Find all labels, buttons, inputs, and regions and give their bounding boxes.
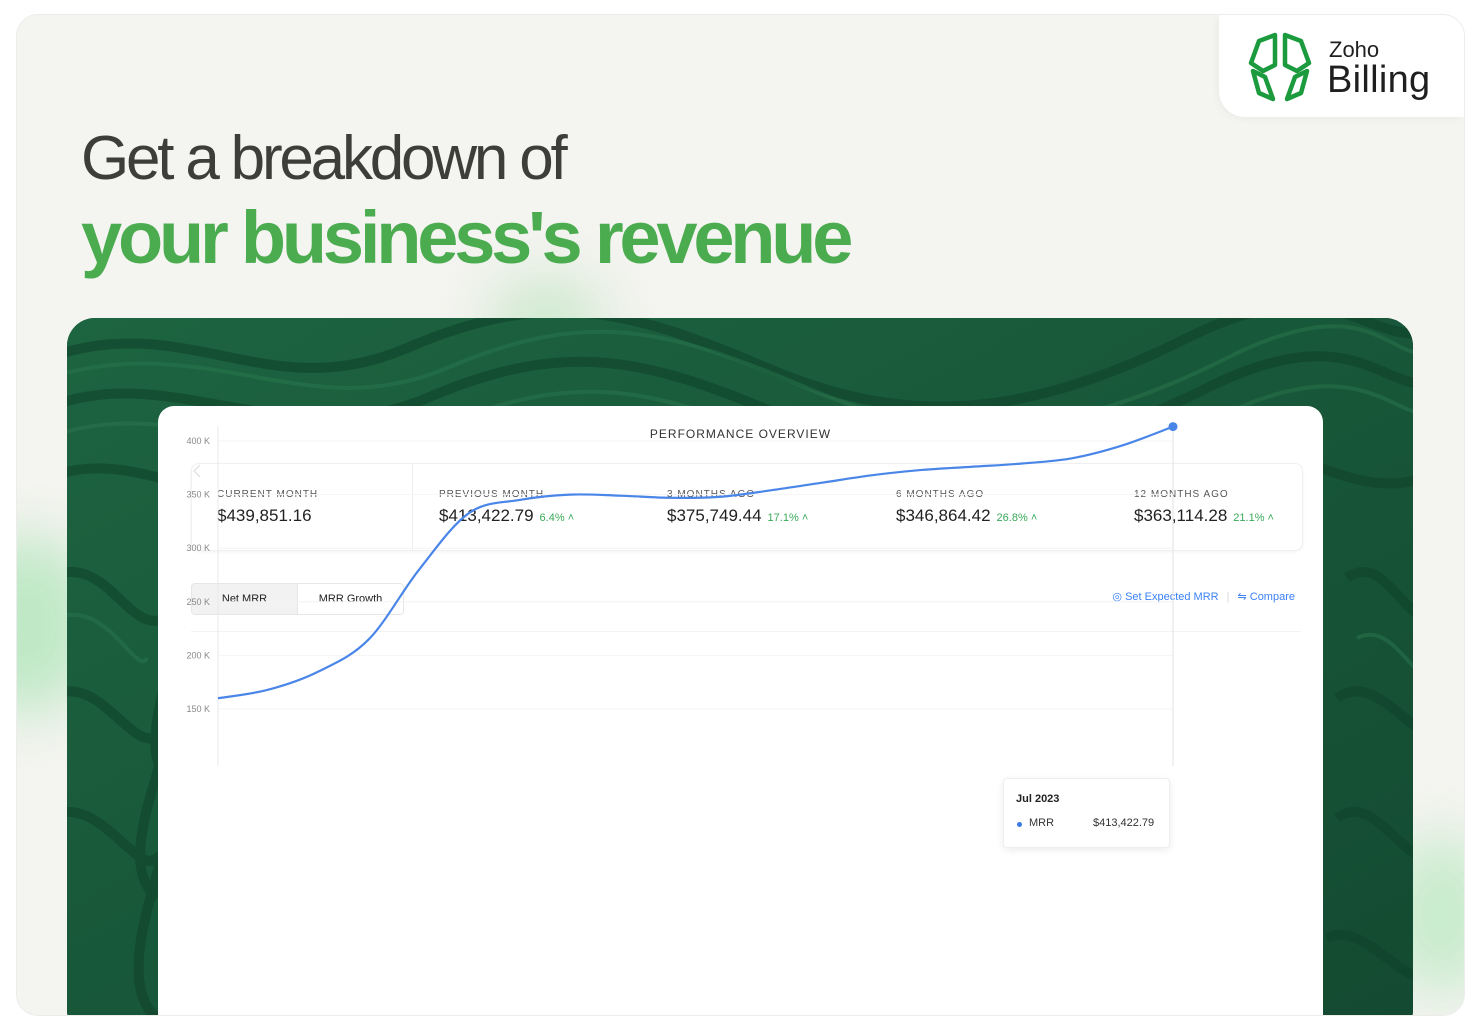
series-dot-icon	[1017, 822, 1022, 827]
data-point[interactable]	[718, 494, 724, 500]
y-tick-label: 200 K	[186, 650, 210, 660]
data-point[interactable]	[1120, 442, 1126, 448]
data-point[interactable]	[768, 487, 774, 493]
compare-link[interactable]: ⇋ Compare	[1237, 591, 1295, 603]
zoho-billing-logo-icon	[1248, 32, 1312, 102]
stat-change: 21.1% ˄	[1233, 512, 1274, 524]
brand-logo-card[interactable]: Zoho Billing	[1219, 15, 1464, 117]
data-point[interactable]	[919, 467, 925, 473]
compare-icon: ⇋	[1237, 591, 1247, 603]
data-point[interactable]	[366, 636, 372, 642]
performance-overview-card: PERFORMANCE OVERVIEW CURRENT MONTH $439,…	[158, 406, 1323, 1015]
tooltip-value: $413,422.79	[1093, 817, 1155, 829]
headline-line-1: Get a breakdown of	[81, 124, 568, 193]
data-point[interactable]	[667, 495, 673, 501]
data-point[interactable]	[617, 493, 623, 499]
y-tick-label: 250 K	[186, 597, 210, 607]
data-point[interactable]	[517, 497, 523, 503]
data-point[interactable]	[1019, 461, 1025, 467]
data-point[interactable]	[567, 492, 573, 498]
data-point[interactable]	[215, 695, 221, 701]
data-point[interactable]	[969, 464, 975, 470]
data-point[interactable]	[868, 472, 874, 478]
data-point[interactable]	[416, 567, 422, 573]
data-point[interactable]	[316, 668, 322, 674]
chart-tooltip: Jul 2023 MRR $413,422.79	[1003, 778, 1170, 848]
net-mrr-line-chart: 400 K 350 K 300 K 250 K 200 K 150 K	[186, 422, 1178, 766]
actions-separator: |	[1226, 591, 1230, 603]
series-line-mrr	[217, 425, 1174, 700]
data-point[interactable]	[466, 510, 472, 516]
y-tick-label: 400 K	[186, 436, 210, 446]
decorative-green-panel: PERFORMANCE OVERVIEW CURRENT MONTH $439,…	[67, 318, 1413, 1015]
headline-line-2: your business's revenue	[81, 196, 853, 279]
tooltip-series-name: MRR	[1029, 817, 1055, 829]
highlighted-data-point[interactable]	[1168, 422, 1178, 432]
tooltip-title: Jul 2023	[1016, 793, 1060, 805]
data-point[interactable]	[818, 480, 824, 486]
y-tick-label: 150 K	[186, 704, 210, 714]
logo-text-billing: Billing	[1327, 59, 1431, 101]
y-tick-label: 350 K	[186, 490, 210, 500]
page-frame: Zoho Billing Get a breakdown of your bus…	[16, 14, 1465, 1016]
y-tick-label: 300 K	[186, 543, 210, 553]
arrow-up-icon: ˄	[1267, 512, 1274, 524]
data-point[interactable]	[1069, 455, 1075, 461]
data-point[interactable]	[265, 687, 271, 693]
